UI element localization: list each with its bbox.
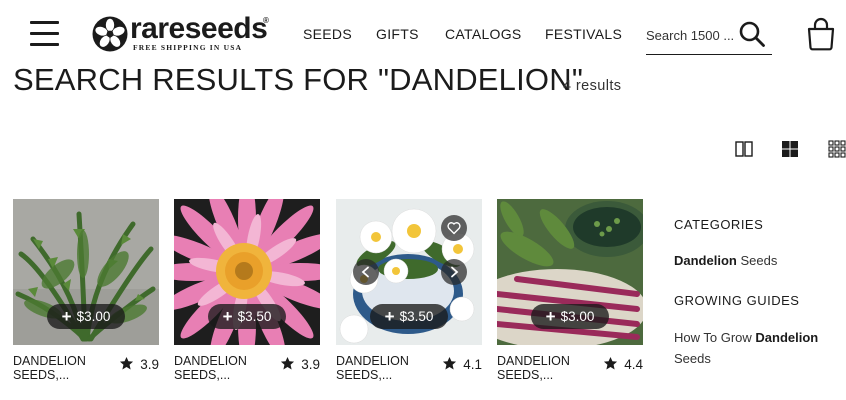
product-name-line1: DANDELION [174, 354, 247, 368]
star-icon [120, 356, 134, 370]
rating-value: 3.9 [140, 357, 159, 372]
product-name[interactable]: DANDELION SEEDS,... [497, 354, 592, 382]
product-card[interactable]: + $3.50 DANDELION SEEDS,... 4.1 [336, 199, 482, 389]
star-icon [604, 356, 618, 370]
star-icon [443, 356, 457, 370]
dense-grid-view-icon[interactable] [828, 140, 846, 158]
plus-icon: + [222, 307, 233, 326]
nav-seeds[interactable]: SEEDS [303, 26, 352, 42]
two-column-view-icon[interactable] [735, 140, 753, 158]
logo-tagline: FREE SHIPPING IN USA [133, 43, 243, 52]
guide-link-bold: Dandelion [755, 330, 819, 345]
plus-icon: + [545, 307, 556, 326]
product-name-line2: SEEDS,... [174, 368, 231, 382]
search-box [646, 18, 772, 55]
product-name[interactable]: DANDELION SEEDS,... [336, 354, 431, 382]
rating-value: 4.1 [463, 357, 482, 372]
rareseeds-logo[interactable]: rareseeds ® FREE SHIPPING IN USA [92, 12, 272, 54]
hamburger-menu-icon[interactable] [30, 21, 59, 46]
site-header: rareseeds ® FREE SHIPPING IN USA SEEDS G… [0, 0, 846, 64]
previous-image-button[interactable] [353, 259, 379, 285]
add-to-cart-button[interactable]: + $3.50 [370, 304, 448, 329]
product-name-line2: SEEDS,... [13, 368, 70, 382]
product-name[interactable]: DANDELION SEEDS,... [13, 354, 108, 382]
plus-icon: + [61, 307, 72, 326]
search-icon[interactable] [738, 20, 766, 48]
add-to-cart-button[interactable]: + $3.00 [47, 304, 125, 329]
flower-logo-icon [92, 16, 128, 52]
product-name-line1: DANDELION [497, 354, 570, 368]
guide-link-prefix: How To Grow [674, 330, 756, 345]
product-price: $3.50 [399, 309, 434, 324]
page-title: SEARCH RESULTS FOR "DANDELION" [13, 62, 584, 97]
guide-link-how-to-grow-dandelion[interactable]: How To Grow Dandelion Seeds [674, 327, 834, 369]
logo-wordmark: rareseeds [130, 12, 268, 45]
product-name-line1: DANDELION [13, 354, 86, 368]
heart-icon [447, 222, 461, 235]
wishlist-button[interactable] [441, 215, 467, 241]
product-card[interactable]: + $3.00 DANDELION SEEDS,... 4.4 [497, 199, 643, 389]
product-card[interactable]: + $3.00 DANDELION SEEDS,... 3.9 [13, 199, 159, 389]
nav-festivals[interactable]: FESTIVALS [545, 26, 622, 42]
product-card[interactable]: + $3.50 DANDELION SEEDS,... 3.9 [174, 199, 320, 389]
category-link-bold: Dandelion [674, 253, 737, 268]
product-rating: 4.1 [442, 356, 482, 372]
nav-catalogs[interactable]: CATALOGS [445, 26, 522, 42]
product-rating: 3.9 [119, 356, 159, 372]
next-image-button[interactable] [441, 259, 467, 285]
product-rating: 3.9 [280, 356, 320, 372]
add-to-cart-button[interactable]: + $3.50 [208, 304, 286, 329]
product-name-line2: SEEDS,... [497, 368, 554, 382]
nav-gifts[interactable]: GIFTS [376, 26, 419, 42]
category-link-dandelion-seeds[interactable]: Dandelion Seeds [674, 250, 834, 271]
plus-icon: + [384, 307, 395, 326]
product-price: $3.50 [237, 309, 272, 324]
rating-value: 3.9 [301, 357, 320, 372]
chevron-left-icon [361, 266, 369, 278]
star-icon [281, 356, 295, 370]
guide-link-suffix: Seeds [674, 351, 711, 366]
shopping-bag-icon[interactable] [805, 17, 837, 51]
chevron-right-icon [451, 266, 459, 278]
add-to-cart-button[interactable]: + $3.00 [531, 304, 609, 329]
result-count: 4 results [563, 78, 622, 94]
category-link-rest: Seeds [736, 253, 778, 268]
growing-guides-heading: GROWING GUIDES [674, 293, 800, 308]
categories-heading: CATEGORIES [674, 217, 764, 232]
grid-view-icon[interactable] [781, 140, 799, 158]
product-name-line1: DANDELION [336, 354, 409, 368]
product-name-line2: SEEDS,... [336, 368, 393, 382]
product-name[interactable]: DANDELION SEEDS,... [174, 354, 269, 382]
product-price: $3.00 [560, 309, 595, 324]
search-input[interactable] [646, 24, 736, 46]
product-rating: 4.4 [603, 356, 643, 372]
logo-registered-mark: ® [263, 16, 269, 25]
rating-value: 4.4 [624, 357, 643, 372]
product-price: $3.00 [76, 309, 111, 324]
